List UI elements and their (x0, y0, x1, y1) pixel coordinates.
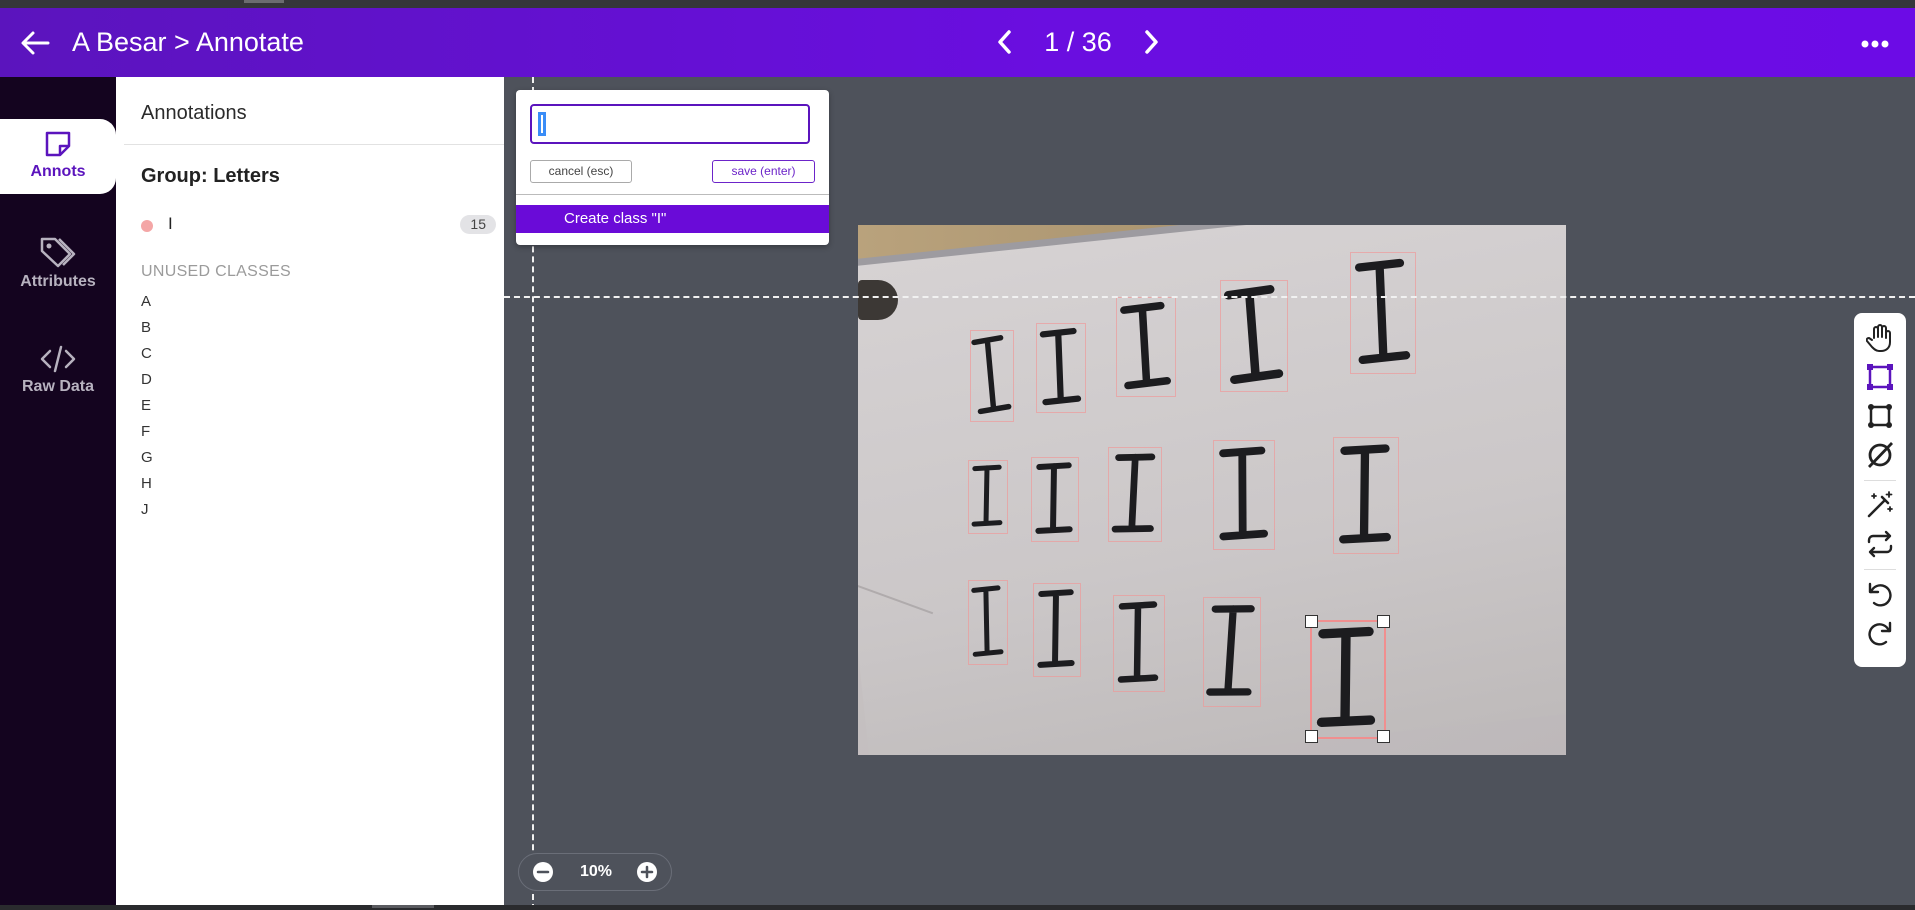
hand-pan-icon (1866, 324, 1891, 352)
redo-button[interactable] (1863, 617, 1897, 651)
redo-icon (1868, 621, 1892, 646)
zoom-in-icon (640, 865, 654, 879)
nav-raw-data-label: Raw Data (21, 378, 95, 395)
cancel-button[interactable]: cancel (esc) (530, 160, 632, 183)
browser-tab-indicator (244, 0, 284, 3)
repeat-icon (1867, 530, 1893, 558)
handwritten-letter-i (1039, 327, 1082, 406)
image-clip (858, 280, 898, 320)
previous-image-button[interactable] (990, 25, 1020, 59)
unused-classes-list: A B C D E F G H J (141, 293, 153, 527)
panel-divider (124, 144, 504, 145)
image-pager: 1 / 36 (990, 25, 1166, 59)
next-image-button[interactable] (1136, 25, 1166, 59)
sticky-note-icon (45, 131, 71, 157)
no-class-tool[interactable] (1863, 438, 1897, 472)
back-button[interactable] (18, 28, 52, 58)
handwritten-letter-i (1037, 589, 1075, 668)
browser-chrome-strip (0, 0, 1915, 8)
unused-classes-title: UNUSED CLASSES (141, 263, 292, 280)
toolbar-divider (1864, 480, 1896, 481)
nav-attributes[interactable]: Attributes (0, 235, 116, 305)
left-navigation: Annots Attributes Raw Data (0, 77, 116, 910)
chevron-left-icon (998, 30, 1011, 54)
top-header: A Besar > Annotate 1 / 36 (0, 8, 1915, 77)
page-title: A Besar > Annotate (72, 27, 304, 57)
unused-class-item[interactable]: G (141, 449, 153, 475)
unused-class-item[interactable]: E (141, 397, 153, 423)
handwritten-letter-i (1224, 285, 1284, 384)
magic-wand-tool[interactable] (1863, 488, 1897, 522)
tags-icon (40, 237, 76, 268)
class-count-badge: 15 (460, 215, 496, 234)
handwritten-letter-i (1339, 444, 1391, 544)
unused-class-item[interactable]: H (141, 475, 153, 501)
bottom-window-edge (0, 905, 1915, 910)
nav-raw-data[interactable]: Raw Data (0, 344, 116, 414)
unused-class-item[interactable]: F (141, 423, 153, 449)
nav-annots[interactable]: Annots (0, 119, 116, 194)
undo-icon (1868, 582, 1892, 607)
nav-annots-label: Annots (30, 163, 86, 180)
arrow-left-icon (21, 31, 50, 55)
unused-class-item[interactable]: A (141, 293, 153, 319)
panel-heading: Annotations (141, 102, 247, 124)
class-name: I (168, 214, 173, 233)
pan-tool[interactable] (1863, 321, 1897, 355)
code-icon (40, 345, 76, 373)
nav-attributes-label: Attributes (20, 273, 96, 290)
annotations-panel: Annotations Group: Letters I 15 UNUSED C… (116, 77, 504, 905)
more-horizontal-icon (1861, 40, 1889, 48)
zoom-in-button[interactable] (637, 862, 657, 882)
bounding-box-tool[interactable] (1863, 360, 1897, 394)
zoom-out-button[interactable] (533, 862, 553, 882)
handwritten-letter-i (971, 585, 1004, 657)
unused-class-item[interactable]: J (141, 501, 153, 527)
chevron-right-icon (1145, 30, 1158, 54)
undo-button[interactable] (1863, 578, 1897, 612)
zoom-control: 10% (518, 853, 672, 891)
annotation-canvas[interactable]: cancel (esc) save (enter) Create class "… (504, 77, 1915, 910)
text-cursor (538, 112, 546, 136)
polygon-icon (1868, 404, 1892, 428)
handwritten-letter-i (1117, 601, 1159, 683)
unused-class-item[interactable]: D (141, 371, 153, 397)
zoom-out-icon (536, 870, 550, 874)
bottom-edge-indicator (372, 905, 434, 908)
handwritten-letter-i (1206, 605, 1255, 696)
class-color-dot (141, 220, 153, 232)
image-counter: 1 / 36 (1044, 27, 1112, 57)
zoom-level: 10% (579, 863, 613, 880)
save-button[interactable]: save (enter) (712, 160, 815, 183)
crosshair-horizontal-guide (504, 296, 1915, 298)
class-select-popup: cancel (esc) save (enter) Create class "… (516, 90, 829, 245)
resize-handle[interactable] (1377, 615, 1390, 628)
handwritten-letter-i (1111, 453, 1156, 533)
unused-class-item[interactable]: C (141, 345, 153, 371)
popup-divider (516, 194, 829, 195)
handwritten-letter-i (1355, 258, 1411, 365)
repeat-tool[interactable] (1863, 527, 1897, 561)
selected-annotation-box[interactable] (1310, 620, 1386, 739)
magic-wand-icon (1867, 491, 1893, 518)
polygon-tool[interactable] (1863, 399, 1897, 433)
group-title: Group: Letters (141, 165, 280, 187)
handwritten-letter-i (1035, 462, 1073, 534)
no-class-icon (1867, 442, 1894, 468)
class-name-input[interactable] (530, 104, 810, 144)
annotated-image (858, 225, 1566, 755)
tool-palette (1854, 313, 1906, 667)
more-options-button[interactable] (1858, 30, 1892, 58)
resize-handle[interactable] (1305, 615, 1318, 628)
toolbar-divider (1864, 569, 1896, 570)
handwritten-letter-i (1120, 301, 1171, 390)
bounding-box-icon (1867, 364, 1893, 390)
handwritten-letter-i (1219, 446, 1268, 541)
create-class-option[interactable]: Create class "I" (516, 205, 829, 233)
unused-class-item[interactable]: B (141, 319, 153, 345)
resize-handle[interactable] (1377, 730, 1390, 743)
class-row-i[interactable]: I 15 (141, 213, 496, 237)
resize-handle[interactable] (1305, 730, 1318, 743)
handwritten-letter-i (971, 464, 1003, 527)
